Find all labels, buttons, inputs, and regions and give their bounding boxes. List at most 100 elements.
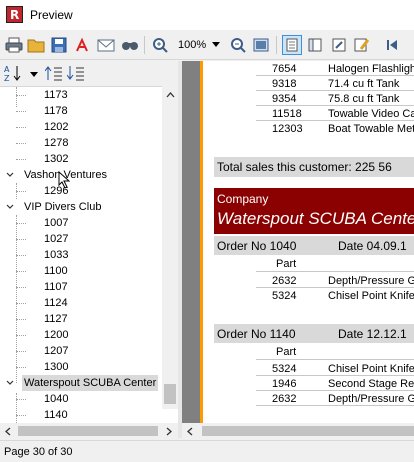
- zoom-select[interactable]: 100%: [178, 39, 206, 51]
- collapse-all-icon[interactable]: [44, 63, 64, 83]
- part-description: Depth/Pressure G: [328, 393, 414, 405]
- svg-text:A: A: [4, 65, 10, 74]
- scroll-left-icon[interactable]: [187, 427, 193, 436]
- part-number: 9318: [272, 78, 297, 90]
- part-column-header: Part: [276, 258, 297, 270]
- full-screen-icon[interactable]: [251, 35, 271, 55]
- tree-item[interactable]: 1040: [44, 391, 68, 407]
- single-page-icon[interactable]: [282, 35, 302, 55]
- part-number: 5324: [272, 363, 297, 375]
- scroll-thumb[interactable]: [164, 384, 176, 404]
- chevron-down-icon[interactable]: [212, 42, 220, 47]
- tree-item[interactable]: 1100: [44, 263, 68, 279]
- part-description: Boat Towable Met: [328, 123, 414, 135]
- tree-item[interactable]: 1007: [44, 215, 68, 231]
- part-description: 71.4 cu ft Tank: [328, 78, 400, 90]
- part-description: Depth/Pressure G: [328, 275, 414, 287]
- scroll-left-icon[interactable]: [5, 427, 11, 436]
- pdf-export-icon[interactable]: [72, 35, 92, 55]
- tree-item[interactable]: 1033: [44, 247, 68, 263]
- page-margin: [182, 61, 200, 423]
- report-page: 7654 Halogen Flashligh 9318 71.4 cu ft T…: [214, 61, 414, 423]
- svg-text:Z: Z: [4, 74, 10, 82]
- total-sales-text: Total sales this customer: 225 56: [217, 160, 392, 174]
- first-page-icon[interactable]: [382, 35, 402, 55]
- report-preview: 7654 Halogen Flashligh 9318 71.4 cu ft T…: [182, 61, 414, 423]
- status-bar: Page 30 of 30: [0, 440, 414, 462]
- collapse-chevron-icon[interactable]: [6, 379, 14, 387]
- page-indicator: Page 30 of 30: [4, 446, 73, 458]
- zoom-in-icon[interactable]: [150, 35, 170, 55]
- part-description: 75.8 cu ft Tank: [328, 93, 400, 105]
- tree-item[interactable]: 1140: [44, 407, 68, 423]
- find-icon[interactable]: [120, 35, 140, 55]
- scroll-up-icon[interactable]: [166, 92, 175, 98]
- outline-toolbar: AZ: [0, 61, 178, 86]
- company-name: Waterspout SCUBA Cente: [217, 209, 414, 228]
- part-description: Second Stage Reg: [328, 378, 414, 390]
- order-header: Order No 1040 Date 04.09.1: [214, 236, 414, 255]
- tree-item[interactable]: 1173: [44, 87, 68, 103]
- order-date: Date 04.09.1: [338, 239, 407, 253]
- save-icon[interactable]: [49, 35, 69, 55]
- tree-item[interactable]: 1027: [44, 231, 68, 247]
- open-folder-icon[interactable]: [26, 35, 46, 55]
- tree-item[interactable]: 1300: [44, 359, 68, 375]
- part-description: Towable Video Ca: [328, 108, 414, 120]
- tree-item[interactable]: 1202: [44, 119, 68, 135]
- window-title: Preview: [30, 8, 73, 22]
- title-bar: R Preview: [0, 0, 414, 30]
- tree-vertical-scrollbar[interactable]: [162, 86, 179, 409]
- order-header: Order No 1140 Date 12.12.1: [214, 324, 414, 343]
- edit-page-icon[interactable]: [329, 35, 349, 55]
- part-number: 12303: [272, 123, 303, 135]
- company-header: Company Waterspout SCUBA Cente: [214, 188, 414, 234]
- tree-item[interactable]: 1207: [44, 343, 68, 359]
- part-description: Chisel Point Knife: [328, 290, 414, 302]
- outline-tree: 1173 1178 1202 1278 1302 Vashon Ventures…: [0, 86, 178, 438]
- toolbar: 100%: [0, 30, 414, 60]
- email-icon[interactable]: [96, 35, 116, 55]
- tree-item[interactable]: 1200: [44, 327, 68, 343]
- preview-horizontal-scrollbar[interactable]: [182, 423, 414, 439]
- outline-icon[interactable]: [305, 35, 325, 55]
- part-number: 5324: [272, 290, 297, 302]
- company-label: Company: [217, 192, 269, 206]
- part-number: 2632: [272, 393, 297, 405]
- part-description: Halogen Flashligh: [328, 63, 414, 75]
- zoom-out-icon[interactable]: [228, 35, 248, 55]
- collapse-chevron-icon[interactable]: [6, 171, 14, 179]
- tree-item[interactable]: 1107: [44, 279, 68, 295]
- collapse-chevron-icon[interactable]: [6, 203, 14, 211]
- part-number: 11518: [272, 108, 302, 120]
- part-number: 1946: [272, 378, 297, 390]
- order-date: Date 12.12.1: [338, 327, 407, 341]
- scroll-thumb[interactable]: [202, 426, 414, 436]
- page-edge-accent: [200, 61, 203, 423]
- part-number: 9354: [272, 93, 297, 105]
- scroll-thumb[interactable]: [18, 426, 158, 436]
- tree-item[interactable]: 1302: [44, 151, 68, 167]
- expand-all-icon[interactable]: [66, 63, 86, 83]
- print-icon[interactable]: [4, 35, 24, 55]
- tree-group-waterspout[interactable]: Waterspout SCUBA Center: [24, 375, 156, 391]
- tree-item[interactable]: 1278: [44, 135, 68, 151]
- part-description: Chisel Point Knife: [328, 363, 414, 375]
- total-sales-bar: Total sales this customer: 225 56: [214, 157, 414, 177]
- tree-horizontal-scrollbar[interactable]: [0, 423, 178, 439]
- tree-group-vip[interactable]: VIP Divers Club: [24, 199, 101, 215]
- part-number: 2632: [272, 275, 297, 287]
- tree-item[interactable]: 1127: [44, 311, 68, 327]
- part-column-header: Part: [276, 346, 297, 358]
- mouse-cursor-icon: [58, 171, 70, 189]
- tree-item[interactable]: 1178: [44, 103, 68, 119]
- order-number: Order No 1040: [217, 239, 297, 253]
- part-number: 7654: [272, 63, 297, 75]
- app-logo-icon: R: [6, 6, 23, 23]
- sort-az-icon[interactable]: AZ: [4, 63, 24, 83]
- scroll-right-icon[interactable]: [166, 427, 172, 436]
- sort-dropdown-icon[interactable]: [30, 72, 38, 77]
- pencil-icon[interactable]: [352, 35, 372, 55]
- order-number: Order No 1140: [217, 327, 296, 341]
- tree-item[interactable]: 1124: [44, 295, 68, 311]
